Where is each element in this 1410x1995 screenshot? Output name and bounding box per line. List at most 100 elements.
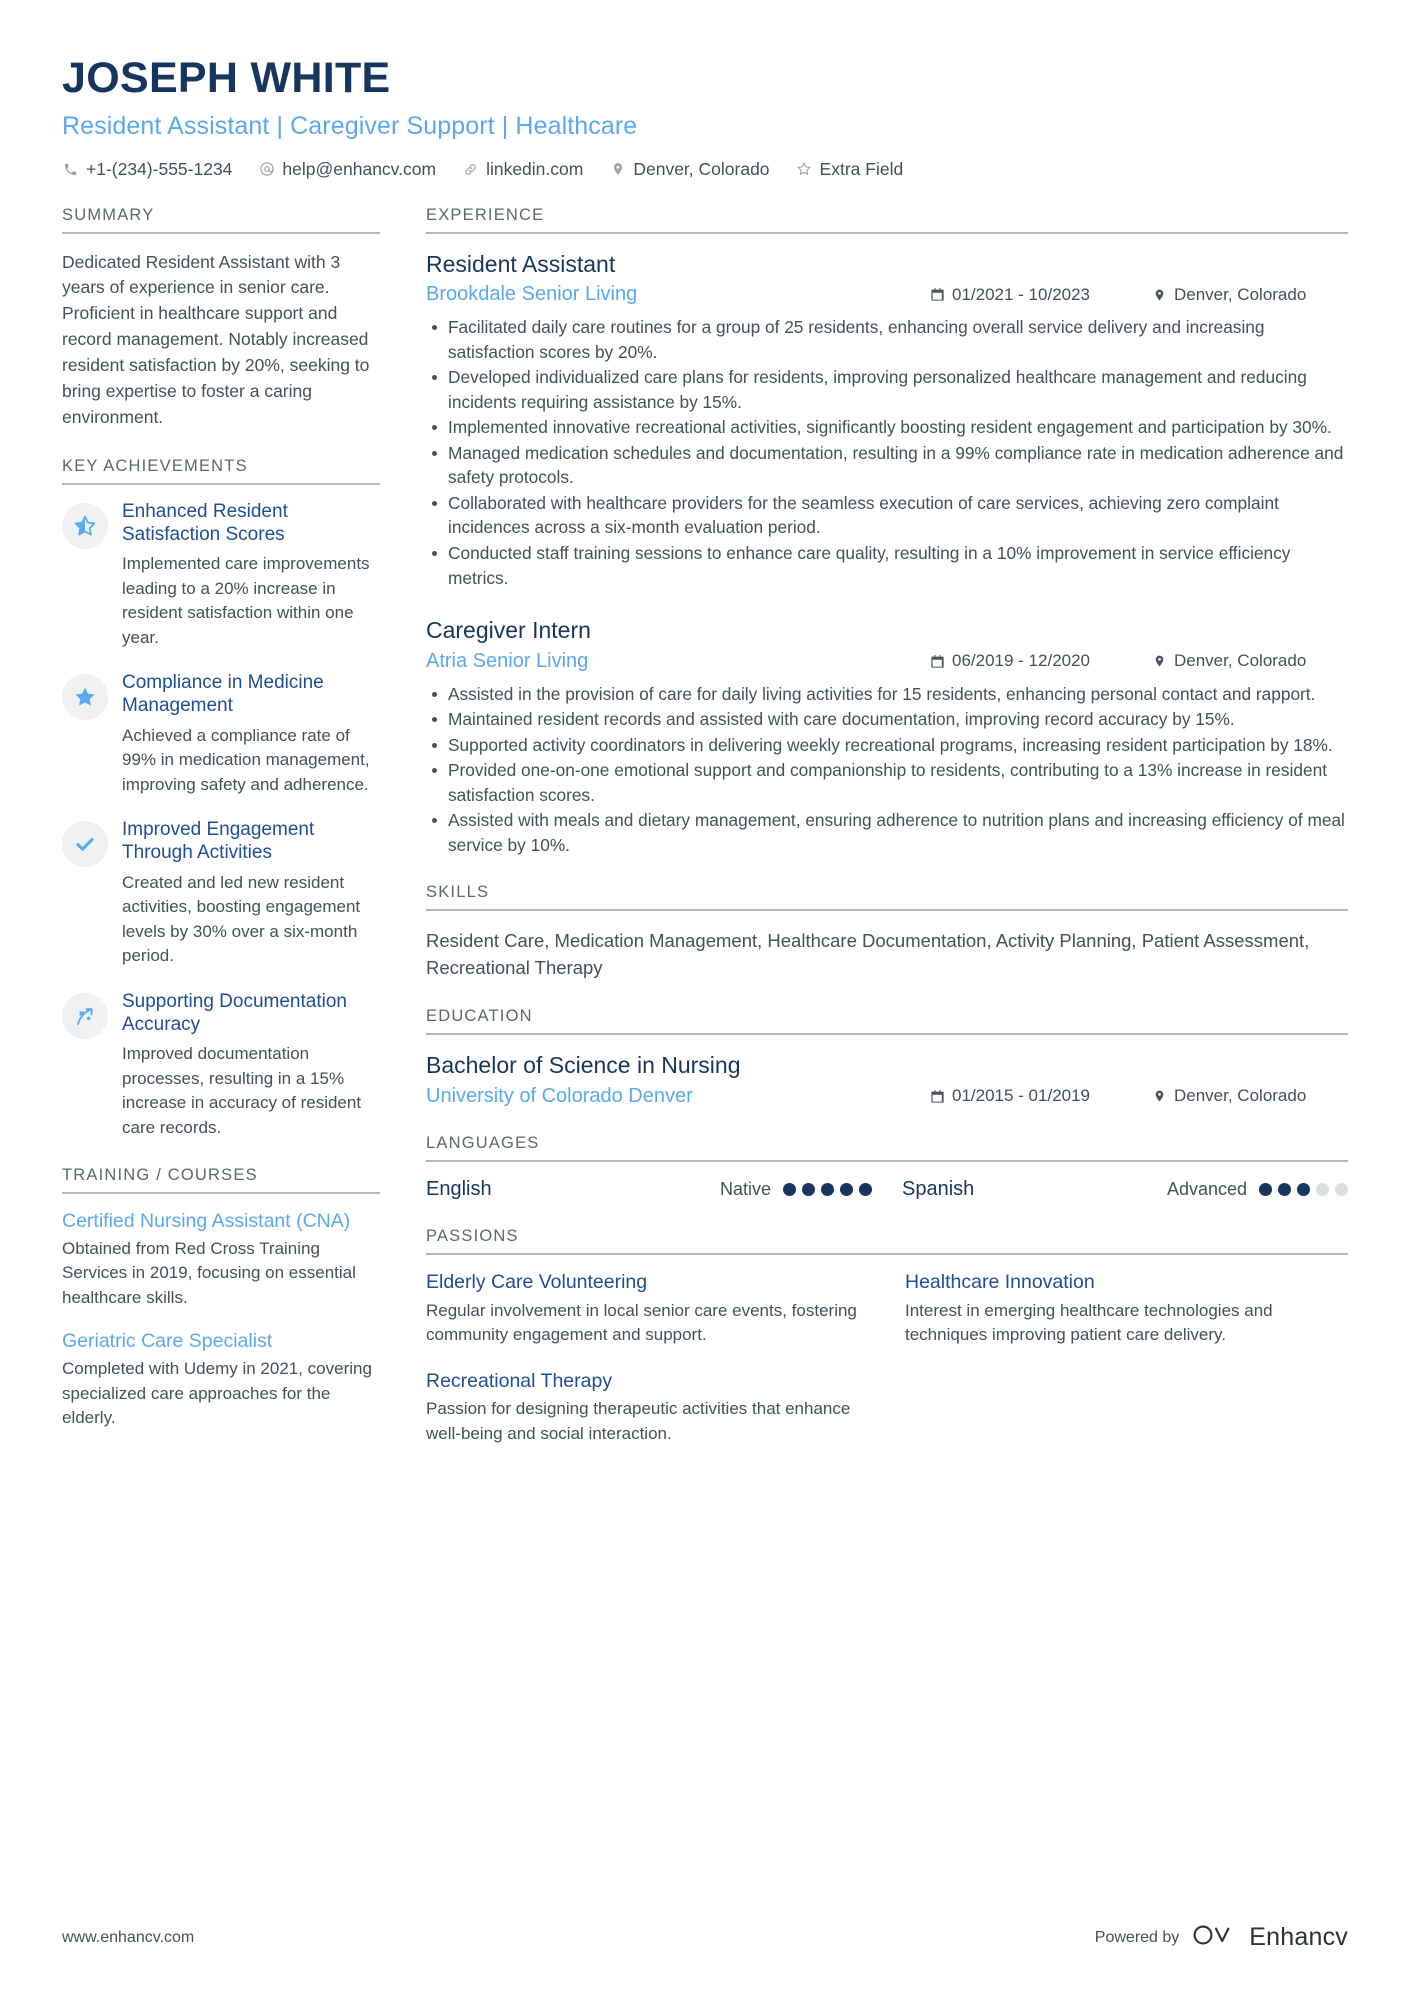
star-outline-icon [796,161,813,178]
experience-item: Caregiver Intern Atria Senior Living 06/… [426,616,1348,857]
job-location: Denver, Colorado [1152,285,1348,305]
job-bullet: Assisted in the provision of care for da… [426,682,1348,707]
candidate-headline: Resident Assistant | Caregiver Support |… [62,111,638,140]
rating-dot [859,1182,872,1196]
rating-dot [1335,1182,1348,1196]
rating-dot [840,1182,853,1196]
contact-extra-field: Extra Field [796,158,904,180]
link-icon [462,161,479,178]
section-divider [62,231,380,234]
skills-text: Resident Care, Medication Management, He… [426,930,1310,979]
contact-extra-field-text: Extra Field [819,158,904,179]
achievement-badge [62,821,108,868]
trending-arrow-icon [73,1004,97,1028]
calendar-icon [930,653,945,669]
job-bullet: Developed individualized care plans for … [426,365,1348,414]
summary-text: Dedicated Resident Assistant with 3 year… [62,251,370,427]
course-title: Geriatric Care Specialist [62,1330,273,1353]
achievement-item: Supporting Documentation Accuracy Improv… [62,991,380,1140]
achievement-item: Improved Engagement Through Activities C… [62,819,380,968]
resume-page: JOSEPH WHITE Resident Assistant | Caregi… [0,0,1410,1995]
contact-phone-text: +1-(234)-555-1234 [86,158,233,179]
footer-url[interactable]: www.enhancv.com [62,1929,194,1947]
passion-title: Healthcare Innovation [905,1270,1095,1293]
experience-item: Resident Assistant Brookdale Senior Livi… [426,250,1348,591]
job-company: Brookdale Senior Living [426,283,638,306]
language-rating-dots [1259,1182,1348,1196]
section-divider [426,231,1348,234]
passion-item: Elderly Care Volunteering Regular involv… [426,1271,869,1348]
achievement-badge [62,674,108,721]
job-dates-text: 01/2021 - 10/2023 [952,284,1091,304]
contact-phone[interactable]: +1-(234)-555-1234 [62,159,232,180]
job-dates-text: 06/2019 - 12/2020 [952,651,1091,671]
job-bullet: Implemented innovative recreational acti… [426,415,1348,440]
passion-desc: Regular involvement in local senior care… [426,1300,857,1345]
job-location: Denver, Colorado [1152,651,1348,671]
experience-section: EXPERIENCE Resident Assistant Brookdale … [426,206,1348,858]
job-company: Atria Senior Living [426,649,589,672]
rating-dot [1297,1182,1310,1196]
education-degree: Bachelor of Science in Nursing [426,1052,741,1079]
contact-linkedin[interactable]: linkedin.com [462,159,583,180]
email-icon [258,161,275,178]
achievement-desc: Achieved a compliance rate of 99% in med… [122,725,370,794]
rating-dot [1316,1182,1329,1196]
education-meta: University of Colorado Denver 01/2015 - … [426,1085,1348,1108]
job-dates: 01/2021 - 10/2023 [930,285,1140,305]
skills-section-title: SKILLS [426,883,490,902]
job-location-text: Denver, Colorado [1174,284,1307,304]
section-divider [426,1033,1348,1036]
language-item: Spanish Advanced [902,1178,1348,1201]
job-location-text: Denver, Colorado [1174,651,1307,671]
achievements-section: KEY ACHIEVEMENTS Enhanced Resident Satis… [62,457,380,1140]
education-location-text: Denver, Colorado [1174,1086,1307,1106]
location-pin-icon [1152,287,1167,303]
job-meta: Atria Senior Living 06/2019 - 12/2020 De… [426,650,1348,673]
enhancv-logo-icon [1191,1922,1237,1953]
page-footer: www.enhancv.com Powered by Enhancv [62,1922,1348,1953]
passion-desc: Passion for designing therapeutic activi… [426,1399,851,1443]
job-bullet: Collaborated with healthcare providers f… [426,491,1348,540]
language-name: English [426,1177,492,1200]
education-school: University of Colorado Denver [426,1084,693,1107]
course-desc: Completed with Udemy in 2021, covering s… [62,1359,372,1428]
achievement-title: Compliance in Medicine Management [122,672,324,717]
check-icon [73,832,97,856]
training-section-title: TRAINING / COURSES [62,1166,258,1185]
section-divider [62,1192,380,1195]
languages-section-title: LANGUAGES [426,1133,540,1152]
section-divider [62,482,380,485]
star-filled-icon [73,685,97,709]
language-level: Advanced [1166,1178,1247,1199]
phone-icon [62,161,79,178]
experience-section-title: EXPERIENCE [426,205,545,224]
education-location: Denver, Colorado [1152,1086,1348,1106]
contact-email[interactable]: help@enhancv.com [258,159,436,180]
languages-row: English Native Spanish Advanced [426,1178,1348,1201]
language-name: Spanish [902,1177,975,1200]
passion-title: Recreational Therapy [426,1369,613,1392]
job-dates: 06/2019 - 12/2020 [930,651,1140,671]
education-section: EDUCATION Bachelor of Science in Nursing… [426,1007,1348,1108]
achievement-item: Enhanced Resident Satisfaction Scores Im… [62,501,380,650]
section-divider [426,1159,1348,1162]
job-bullet: Conducted staff training sessions to enh… [426,541,1348,590]
calendar-icon [930,287,945,303]
passion-item: Healthcare Innovation Interest in emergi… [905,1271,1348,1348]
resume-header: JOSEPH WHITE Resident Assistant | Caregi… [62,55,1348,180]
course-desc: Obtained from Red Cross Training Service… [62,1239,356,1307]
location-pin-icon [609,161,626,178]
achievement-title: Enhanced Resident Satisfaction Scores [122,500,288,545]
job-bullet: Maintained resident records and assisted… [426,707,1348,732]
rating-dot [1259,1182,1272,1196]
course-item: Certified Nursing Assistant (CNA) Obtain… [62,1210,380,1310]
half-star-icon [73,514,97,538]
location-pin-icon [1152,653,1167,669]
training-section: TRAINING / COURSES Certified Nursing Ass… [62,1166,380,1430]
contact-location-text: Denver, Colorado [633,158,770,179]
job-bullet: Provided one-on-one emotional support an… [426,758,1348,807]
job-bullet: Assisted with meals and dietary manageme… [426,808,1348,857]
language-item: English Native [426,1178,872,1201]
passion-item: Recreational Therapy Passion for designi… [426,1370,869,1447]
